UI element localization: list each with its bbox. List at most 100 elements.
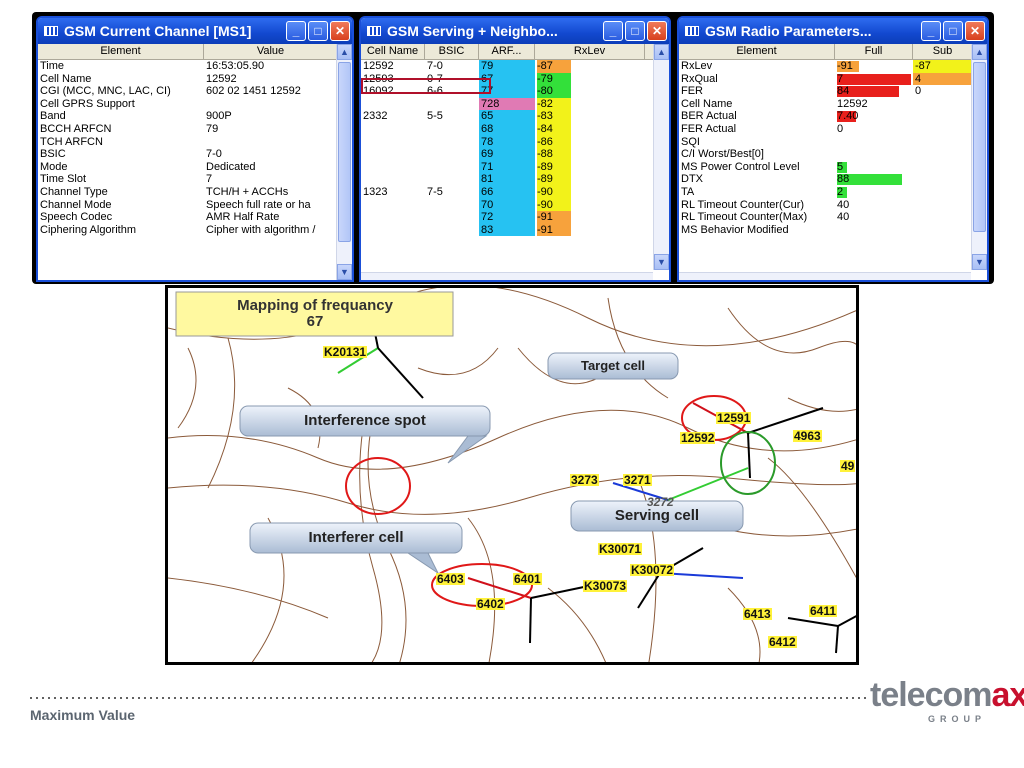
- table-row[interactable]: BSIC 7-0: [38, 148, 352, 161]
- rxlev-cell: -87: [535, 60, 645, 73]
- map-label-c6411[interactable]: 6411: [809, 605, 838, 617]
- vertical-scrollbar[interactable]: ▲ ▼: [971, 44, 987, 270]
- map-label-k30072[interactable]: K30072: [630, 564, 675, 576]
- map-label-k30073[interactable]: K30073: [583, 580, 628, 592]
- map-label-c3271[interactable]: 3271: [623, 474, 652, 486]
- map-label-c6402[interactable]: 6402: [476, 598, 505, 610]
- table-row[interactable]: 78 -86: [361, 135, 669, 149]
- site-k30072[interactable]: [637, 547, 744, 609]
- minimize-button[interactable]: _: [921, 21, 941, 41]
- horizontal-scrollbar[interactable]: [679, 272, 971, 280]
- table-row[interactable]: Time 16:53:05.90: [38, 60, 352, 73]
- map-label-c12592[interactable]: 12592: [680, 432, 716, 444]
- scroll-up-arrow-icon[interactable]: ▲: [337, 44, 352, 60]
- scroll-down-arrow-icon[interactable]: ▼: [654, 254, 669, 270]
- table-row[interactable]: MS Power Control Level 5: [679, 161, 987, 174]
- table-row[interactable]: TA 2: [679, 186, 987, 199]
- vertical-scrollbar[interactable]: ▲ ▼: [336, 44, 352, 280]
- column-header-arfcn[interactable]: ARF...: [479, 44, 535, 59]
- table-row[interactable]: RL Timeout Counter(Cur) 40: [679, 199, 987, 212]
- table-row[interactable]: Time Slot 7: [38, 173, 352, 186]
- scroll-up-arrow-icon[interactable]: ▲: [972, 44, 987, 60]
- table-row[interactable]: BER Actual 7.40: [679, 110, 987, 123]
- map-label-c6403[interactable]: 6403: [436, 573, 465, 585]
- column-header-element[interactable]: Element: [679, 44, 835, 59]
- table-row[interactable]: 81 -89: [361, 173, 669, 186]
- scroll-thumb[interactable]: [338, 62, 351, 242]
- table-row[interactable]: Speech Codec AMR Half Rate: [38, 211, 352, 224]
- map-label-k30071[interactable]: K30071: [598, 543, 643, 555]
- table-row[interactable]: CGI (MCC, MNC, LAC, CI) 602 02 1451 12592: [38, 85, 352, 98]
- table-row[interactable]: RxLev -91 -87: [679, 60, 987, 73]
- table-row[interactable]: Mode Dedicated: [38, 161, 352, 174]
- gsm-serving-neighbour-window[interactable]: GSM Serving + Neighbo... _ □ ✕ Cell Name…: [359, 16, 671, 282]
- table-row[interactable]: RxQual 7 4: [679, 72, 987, 86]
- map-label-c49[interactable]: 49: [840, 460, 856, 472]
- gsm-current-channel-window[interactable]: GSM Current Channel [MS1] _ □ ✕ Element …: [36, 16, 354, 282]
- column-header-bsic[interactable]: BSIC: [425, 44, 479, 59]
- scroll-thumb[interactable]: [973, 62, 986, 232]
- site-6411[interactable]: [787, 613, 859, 654]
- table-row[interactable]: 12592 7-0 79 -87: [361, 60, 669, 73]
- table-row[interactable]: FER 84 0: [679, 85, 987, 98]
- column-header-value[interactable]: Value: [204, 44, 338, 59]
- cell-name-cell: [361, 136, 425, 149]
- table-row[interactable]: Cell Name 12592: [679, 98, 987, 111]
- map-label-c3273[interactable]: 3273: [570, 474, 599, 486]
- table-row[interactable]: Cell GPRS Support: [38, 98, 352, 111]
- close-button[interactable]: ✕: [647, 21, 667, 41]
- column-header-rxlev[interactable]: RxLev: [535, 44, 645, 59]
- table-row[interactable]: RL Timeout Counter(Max) 40: [679, 211, 987, 224]
- column-header-element[interactable]: Element: [38, 44, 204, 59]
- gsm-radio-parameters-window[interactable]: GSM Radio Parameters... _ □ ✕ Element Fu…: [677, 16, 989, 282]
- column-header-sub[interactable]: Sub: [913, 44, 973, 59]
- table-row[interactable]: Band 900P: [38, 110, 352, 123]
- map-label-c12591[interactable]: 12591: [716, 412, 752, 424]
- table-row[interactable]: 1323 7-5 66 -90: [361, 185, 669, 199]
- table-row[interactable]: 71 -89: [361, 160, 669, 174]
- window-title-bar[interactable]: GSM Radio Parameters... _ □ ✕: [679, 18, 987, 44]
- map-label-c6401[interactable]: 6401: [513, 573, 542, 585]
- table-row[interactable]: DTX 88: [679, 173, 987, 186]
- table-row[interactable]: C/I Worst/Best[0]: [679, 148, 987, 161]
- table-row[interactable]: Ciphering Algorithm Cipher with algorithm…: [38, 224, 352, 237]
- table-row[interactable]: Channel Type TCH/H + ACCHs: [38, 186, 352, 199]
- bsic-cell: [425, 161, 479, 174]
- close-button[interactable]: ✕: [330, 21, 350, 41]
- table-row[interactable]: SQI: [679, 136, 987, 149]
- drive-test-map[interactable]: K20131 12591 12592 4963 49 3273 3271 3272 K30071…: [165, 285, 859, 665]
- minimize-button[interactable]: _: [603, 21, 623, 41]
- table-row[interactable]: 728 -82: [361, 97, 669, 111]
- map-label-c4963[interactable]: 4963: [793, 430, 822, 442]
- table-row[interactable]: TCH ARFCN: [38, 136, 352, 149]
- horizontal-scrollbar[interactable]: [361, 272, 653, 280]
- value-cell: AMR Half Rate: [206, 211, 280, 224]
- table-row[interactable]: 83 -91: [361, 223, 669, 237]
- scroll-up-arrow-icon[interactable]: ▲: [654, 44, 669, 60]
- map-label-c6413[interactable]: 6413: [743, 608, 772, 620]
- table-row[interactable]: 68 -84: [361, 122, 669, 136]
- table-row[interactable]: BCCH ARFCN 79: [38, 123, 352, 136]
- table-row[interactable]: MS Behavior Modified: [679, 224, 987, 237]
- window-title-bar[interactable]: GSM Current Channel [MS1] _ □ ✕: [38, 18, 352, 44]
- map-label-c6412[interactable]: 6412: [768, 636, 797, 648]
- column-header-cell-name[interactable]: Cell Name: [361, 44, 425, 59]
- maximize-button[interactable]: □: [308, 21, 328, 41]
- column-header-full[interactable]: Full: [835, 44, 913, 59]
- scroll-down-arrow-icon[interactable]: ▼: [337, 264, 352, 280]
- table-row[interactable]: Channel Mode Speech full rate or ha: [38, 199, 352, 212]
- table-row[interactable]: 2332 5-5 65 -83: [361, 110, 669, 123]
- minimize-button[interactable]: _: [286, 21, 306, 41]
- table-row[interactable]: FER Actual 0: [679, 123, 987, 136]
- table-row[interactable]: Cell Name 12592: [38, 73, 352, 86]
- table-row[interactable]: 72 -91: [361, 211, 669, 224]
- maximize-button[interactable]: □: [943, 21, 963, 41]
- table-row[interactable]: 69 -88: [361, 148, 669, 161]
- table-row[interactable]: 70 -90: [361, 198, 669, 212]
- vertical-scrollbar[interactable]: ▲ ▼: [653, 44, 669, 270]
- map-label-k20131[interactable]: K20131: [323, 346, 368, 358]
- window-title-bar[interactable]: GSM Serving + Neighbo... _ □ ✕: [361, 18, 669, 44]
- maximize-button[interactable]: □: [625, 21, 645, 41]
- close-button[interactable]: ✕: [965, 21, 985, 41]
- scroll-down-arrow-icon[interactable]: ▼: [972, 254, 987, 270]
